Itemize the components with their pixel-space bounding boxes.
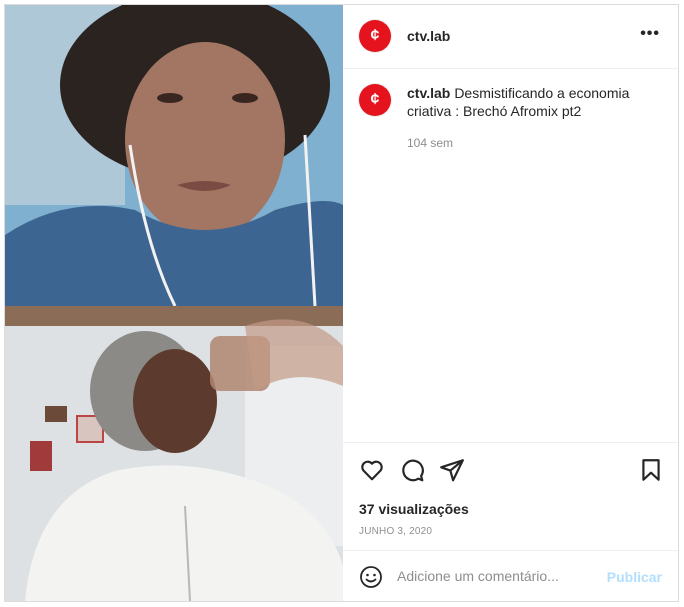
account-username[interactable]: ctv.lab [407,28,450,44]
more-options-icon[interactable]: ••• [640,25,660,43]
caption-time-ago[interactable]: 104 sem [407,136,453,150]
comment-input[interactable] [397,563,587,589]
heart-icon[interactable] [359,457,385,483]
video-tile-bottom-participant [5,306,343,601]
caption-username[interactable]: ctv.lab [407,85,450,101]
post-comment-button[interactable]: Publicar [607,569,662,585]
comment-bar: Publicar [343,550,678,601]
bottom-participant-image [5,306,343,601]
post-media[interactable] [5,5,343,601]
top-participant-image [5,5,343,306]
bookmark-icon[interactable] [638,457,664,483]
caption-text-block: ctv.lab Desmistificando a economia criati… [407,84,657,120]
post-date[interactable]: JUNHO 3, 2020 [359,526,432,537]
video-tile-top-participant [5,5,343,306]
emoji-icon[interactable] [359,565,383,589]
instagram-post: ¢ ctv.lab ••• ¢ ctv.lab Desmistificando a… [4,4,679,602]
view-count[interactable]: 37 visualizações [359,501,469,517]
comment-icon[interactable] [399,457,425,483]
post-header: ¢ ctv.lab ••• [343,5,678,69]
account-avatar[interactable]: ¢ [359,20,391,52]
post-sidebar: ¢ ctv.lab ••• ¢ ctv.lab Desmistificando a… [343,5,678,601]
paper-plane-icon[interactable] [439,457,465,483]
post-actions: 37 visualizações JUNHO 3, 2020 Publicar [343,442,678,601]
caption-avatar[interactable]: ¢ [359,84,391,116]
